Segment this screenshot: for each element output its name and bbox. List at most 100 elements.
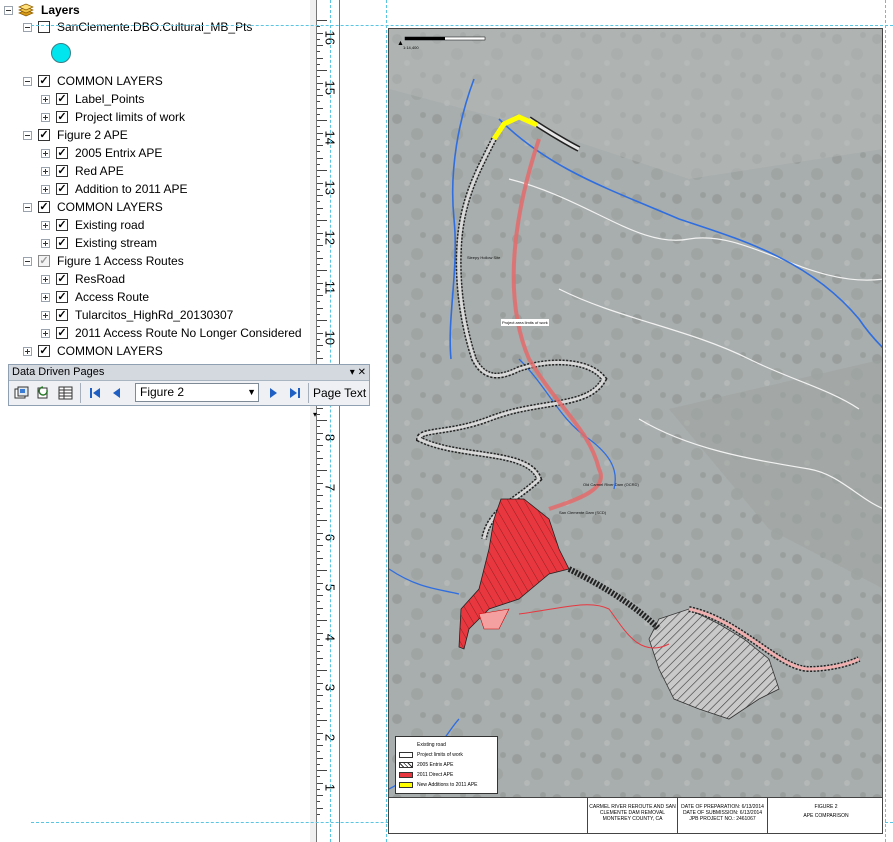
expand-icon[interactable] <box>41 148 50 158</box>
layer-checkbox[interactable]: ✓ <box>38 201 50 213</box>
next-page-icon[interactable] <box>265 384 282 401</box>
layer-checkbox[interactable]: ✓ <box>56 111 68 123</box>
expand-icon[interactable] <box>41 94 50 104</box>
expand-icon[interactable] <box>41 328 50 338</box>
data-driven-pages-toolbar[interactable]: Data Driven Pages ▾ ✕ Figure 2 ▼ Page Te… <box>8 364 370 419</box>
toc-root-row[interactable]: Layers <box>4 1 80 19</box>
toc-group-common-layers-1[interactable]: ✓ COMMON LAYERS <box>23 72 163 90</box>
toc-layer-existing-road[interactable]: ✓ Existing road <box>41 216 144 234</box>
ruler-tick <box>317 63 320 65</box>
ruler-tick <box>317 620 327 621</box>
guide-line[interactable] <box>386 0 387 842</box>
map-label-project-limits: Project area limits of work <box>501 319 549 326</box>
toc-layer-2011-access-route[interactable]: ✓ 2011 Access Route No Longer Considered <box>41 324 302 342</box>
ruler-tick <box>317 76 320 78</box>
layer-checkbox[interactable]: ✓ <box>56 147 68 159</box>
collapse-icon[interactable] <box>23 202 32 212</box>
map-legend[interactable]: Existing road Project limits of work 200… <box>395 736 498 794</box>
expand-icon[interactable] <box>23 346 32 356</box>
layer-checkbox[interactable]: ✓ <box>56 165 68 177</box>
toc-layer-addition-2011[interactable]: ✓ Addition to 2011 APE <box>41 180 188 198</box>
layer-checkbox[interactable] <box>38 21 50 33</box>
layer-label: Project limits of work <box>75 110 186 124</box>
legend-label: 2011 Direct APE <box>417 772 454 778</box>
layer-checkbox[interactable]: ✓ <box>38 75 50 87</box>
expand-icon[interactable] <box>41 310 50 320</box>
layer-label: Red APE <box>75 164 124 178</box>
layer-checkbox[interactable]: ✓ <box>56 219 68 231</box>
layer-label: COMMON LAYERS <box>57 200 163 214</box>
ruler-tick <box>317 432 323 434</box>
ruler-tick <box>317 282 323 284</box>
ruler-tick <box>317 801 320 803</box>
guide-line[interactable] <box>885 0 886 842</box>
toc-layer-tularcitos[interactable]: ✓ Tularcitos_HighRd_20130307 <box>41 306 233 324</box>
ruler-tick <box>317 257 323 259</box>
layer-checkbox[interactable]: ✓ <box>38 345 50 357</box>
expand-icon[interactable] <box>41 184 50 194</box>
layer-checkbox[interactable]: ✓ <box>56 291 68 303</box>
ruler-tick <box>317 557 323 559</box>
collapse-icon[interactable] <box>4 5 13 15</box>
vertical-ruler[interactable]: 16151413121110987654321 <box>316 0 340 842</box>
dropdown-icon[interactable]: ▾ <box>350 367 355 378</box>
last-page-icon[interactable] <box>286 384 303 401</box>
toc-layer-2005-entrix[interactable]: ✓ 2005 Entrix APE <box>41 144 162 162</box>
page-selector-dropdown[interactable]: Figure 2 ▼ <box>135 383 259 402</box>
expand-icon[interactable] <box>41 112 50 122</box>
collapse-icon[interactable] <box>23 130 32 140</box>
collapse-icon[interactable] <box>23 256 32 266</box>
refresh-pages-icon[interactable] <box>35 384 52 401</box>
guide-line[interactable] <box>31 25 893 26</box>
layer-checkbox[interactable]: ✓ <box>56 237 68 249</box>
attribute-table-icon[interactable] <box>57 384 74 401</box>
toc-layer-resroad[interactable]: ✓ ResRoad <box>41 270 125 288</box>
toc-layer-cultural-pts[interactable]: SanClemente.DBO.Cultural_MB_Pts <box>23 18 252 36</box>
toc-group-common-layers-3[interactable]: ✓ COMMON LAYERS <box>23 342 163 360</box>
expand-icon[interactable] <box>41 274 50 284</box>
ruler-tick <box>317 582 323 584</box>
previous-page-icon[interactable] <box>107 384 124 401</box>
ddp-setup-icon[interactable] <box>13 384 30 401</box>
ruler-tick <box>317 745 323 746</box>
layer-checkbox[interactable]: ✓ <box>38 255 50 267</box>
toc-group-figure2-ape[interactable]: ✓ Figure 2 APE <box>23 126 128 144</box>
collapse-icon[interactable] <box>23 22 32 32</box>
toc-layer-red-ape[interactable]: ✓ Red APE <box>41 162 124 180</box>
toc-layer-label-points[interactable]: ✓ Label_Points <box>41 90 144 108</box>
toc-group-common-layers-2[interactable]: ✓ COMMON LAYERS <box>23 198 163 216</box>
toc-layer-existing-stream[interactable]: ✓ Existing stream <box>41 234 157 252</box>
toc-layer-project-limits[interactable]: ✓ Project limits of work <box>41 108 185 126</box>
toc-layer-access-route[interactable]: ✓ Access Route <box>41 288 149 306</box>
layer-label: 2011 Access Route No Longer Considered <box>75 326 302 340</box>
first-page-icon[interactable] <box>86 384 103 401</box>
ruler-tick <box>317 488 320 490</box>
layer-checkbox[interactable]: ✓ <box>56 93 68 105</box>
ruler-tick <box>317 720 327 721</box>
map-data-frame[interactable]: ▲ Project area limits of work Sleepy Hol… <box>388 28 883 798</box>
ruler-tick <box>317 226 320 228</box>
layer-checkbox[interactable]: ✓ <box>56 327 68 339</box>
ruler-tick <box>317 101 320 103</box>
ruler-tick <box>317 276 320 278</box>
expand-icon[interactable] <box>41 166 50 176</box>
layer-checkbox[interactable]: ✓ <box>56 183 68 195</box>
collapse-icon[interactable] <box>23 76 32 86</box>
expand-icon[interactable] <box>41 220 50 230</box>
layer-checkbox[interactable]: ✓ <box>56 309 68 321</box>
ruler-tick <box>317 551 320 553</box>
expand-icon[interactable] <box>41 292 50 302</box>
ruler-tick <box>317 88 320 90</box>
expand-icon[interactable] <box>41 238 50 248</box>
chevron-down-icon[interactable]: ▼ <box>247 384 256 401</box>
ruler-tick <box>317 770 327 771</box>
toc-group-figure1-access[interactable]: ✓ Figure 1 Access Routes <box>23 252 184 270</box>
toolbar-titlebar[interactable]: Data Driven Pages ▾ ✕ <box>9 365 369 381</box>
layer-checkbox[interactable]: ✓ <box>56 273 68 285</box>
layer-checkbox[interactable]: ✓ <box>38 129 50 141</box>
page-text-menu[interactable]: Page Text ▾ <box>313 383 369 419</box>
ruler-tick <box>317 188 320 190</box>
title-block[interactable]: CARMEL RIVER REROUTE AND SAN CLEMENTE DA… <box>388 798 883 834</box>
close-icon[interactable]: ✕ <box>358 367 366 378</box>
guide-line[interactable] <box>330 0 331 842</box>
